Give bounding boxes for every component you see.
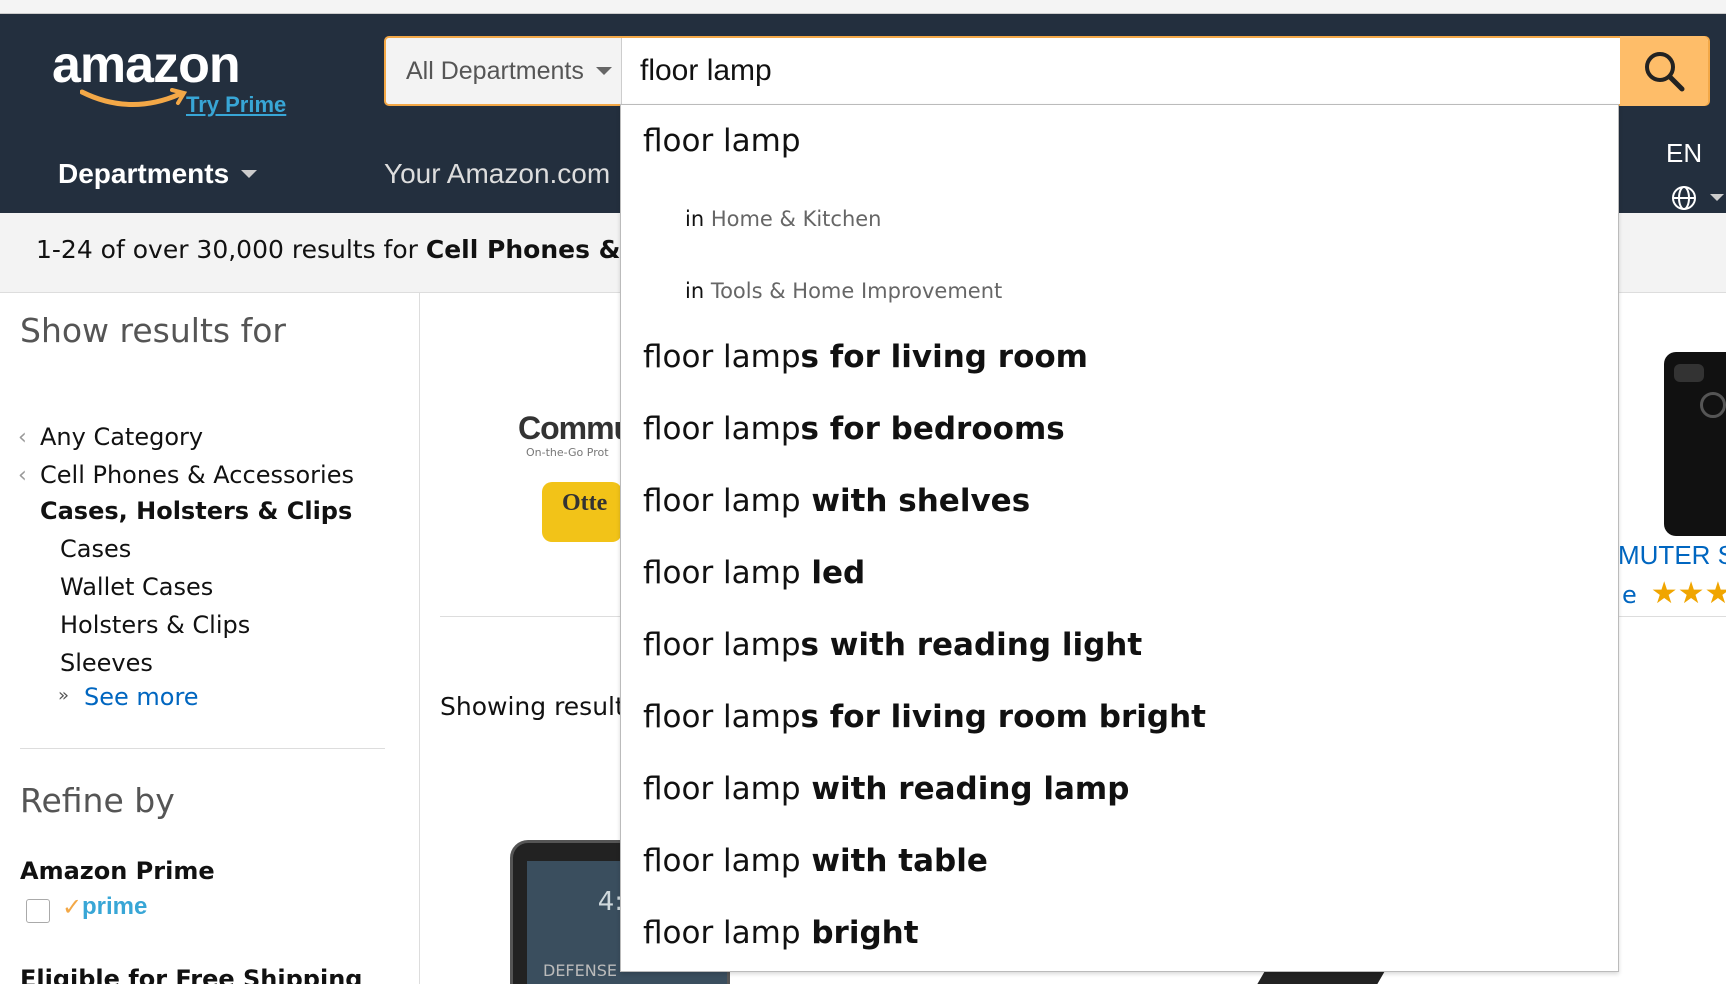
departments-label: Departments [58, 158, 230, 189]
search-suggestions-dropdown: floor lamp in Home & Kitchen in Tools & … [620, 104, 1619, 972]
camera-cutout [1674, 364, 1704, 382]
chevron-left-icon: ‹ [18, 425, 27, 450]
suggestion-item[interactable]: floor lamp with reading lamp [643, 771, 1129, 807]
sidebar-divider [20, 748, 385, 749]
see-more-link[interactable]: See more [84, 683, 199, 711]
sidebar-current-category: Cases, Holsters & Clips [40, 497, 353, 525]
suggestion-item[interactable]: floor lamp bright [643, 915, 919, 951]
suggestion-prefix: floor lamp [643, 915, 801, 951]
sidebar-subcategory[interactable]: Cases [60, 535, 131, 563]
suggestion-prefix: floor lamp [643, 699, 801, 735]
search-bar: All Departments [384, 36, 1710, 106]
star-icons: ★★★ [1650, 576, 1726, 611]
search-icon [1645, 52, 1685, 92]
suggestion-item[interactable]: floor lamps with reading light [643, 627, 1142, 663]
scoped-suggestion-item[interactable]: in Home & Kitchen [685, 207, 882, 231]
prime-check-icon: ✓ [62, 893, 83, 921]
suggestion-completion: s with reading light [800, 627, 1143, 663]
sidebar-parent-category[interactable]: Cell Phones & Accessories [40, 461, 354, 489]
phone-case-label: DEFENSE [543, 961, 617, 980]
suggestion-completion: s for living room [800, 339, 1088, 375]
scoped-suggestion-item[interactable]: in Tools & Home Improvement [685, 279, 1002, 303]
scope-in-label: in [685, 279, 711, 303]
suggestion-item[interactable]: floor lamps for living room [643, 339, 1088, 375]
sidebar-subcategory[interactable]: Holsters & Clips [60, 611, 250, 639]
department-select-label: All Departments [406, 56, 584, 85]
caret-down-icon [1710, 194, 1724, 201]
amazon-prime-heading: Amazon Prime [20, 857, 215, 885]
suggestion-prefix: floor lamp [643, 771, 801, 807]
product-title-link[interactable]: MUTER S [1618, 540, 1726, 571]
results-count-text: 1-24 of over 30,000 results for [36, 235, 426, 264]
suggestion-prefix: floor lamp [643, 339, 801, 375]
suggestion-item[interactable]: floor lamp with table [643, 843, 988, 879]
suggestion-completion: with table [800, 843, 988, 879]
rating-prefix: e [1622, 581, 1637, 609]
department-select[interactable]: All Departments [386, 38, 622, 104]
chevron-left-icon: ‹ [18, 463, 27, 488]
scope-category: Tools & Home Improvement [710, 279, 1003, 303]
suggestion-item[interactable]: floor lamps for living room bright [643, 699, 1206, 735]
suggestion-completion: led [800, 555, 866, 591]
product-image-case[interactable] [1664, 352, 1726, 536]
logo-ring [1700, 392, 1726, 418]
suggestion-item[interactable]: floor lamp with shelves [643, 483, 1030, 519]
suggestion-item[interactable]: floor lamp [643, 123, 801, 159]
departments-menu[interactable]: Departments [58, 158, 258, 190]
brand-logo-badge[interactable]: Otte [542, 482, 622, 542]
results-count: 1-24 of over 30,000 results for Cell Pho… [36, 235, 678, 264]
double-chevron-down-icon: » [58, 685, 70, 706]
prime-checkbox[interactable] [26, 899, 50, 923]
scope-category: Home & Kitchen [710, 207, 882, 231]
suggestion-completion: s for bedrooms [800, 411, 1065, 447]
product-rating[interactable]: e ★★★ [1622, 576, 1726, 611]
sidebar-any-category[interactable]: Any Category [40, 423, 203, 451]
search-button[interactable] [1620, 36, 1708, 106]
suggestion-completion: with shelves [800, 483, 1031, 519]
your-amazon-link[interactable]: Your Amazon.com [384, 158, 610, 190]
suggestion-prefix: floor lamp [643, 843, 801, 879]
suggestion-prefix: floor lamp [643, 555, 801, 591]
sidebar-subcategory[interactable]: Sleeves [60, 649, 153, 677]
language-label[interactable]: EN [1666, 138, 1702, 169]
search-input[interactable] [624, 38, 1624, 104]
suggestion-prefix: floor lamp [643, 627, 801, 663]
brand-banner-title[interactable]: Commu [518, 410, 633, 447]
suggestion-completion: with reading lamp [800, 771, 1130, 807]
suggestion-item[interactable]: floor lamps for bedrooms [643, 411, 1065, 447]
try-prime-link[interactable]: Try Prime [186, 92, 286, 118]
suggestion-completion: bright [800, 915, 919, 951]
suggestion-item[interactable]: floor lamp led [643, 555, 865, 591]
caret-down-icon [241, 170, 258, 178]
brand-banner-tagline: On-the-Go Prot [526, 446, 609, 459]
suggestion-prefix: floor lamp [643, 411, 801, 447]
scope-in-label: in [685, 207, 711, 231]
prime-label[interactable]: prime [82, 893, 147, 921]
caret-down-icon [595, 67, 612, 75]
logo-smile-icon [80, 88, 188, 107]
refine-by-heading: Refine by [20, 781, 175, 820]
free-shipping-heading: Eligible for Free Shipping [20, 965, 363, 984]
amazon-logo[interactable]: amazon Try Prime [52, 34, 292, 124]
showing-results-text: Showing results [440, 692, 638, 721]
left-sidebar: Show results for ‹ Any Category ‹ Cell P… [0, 293, 420, 984]
sidebar-subcategory[interactable]: Wallet Cases [60, 573, 213, 601]
suggestion-prefix: floor lamp [643, 483, 801, 519]
suggestion-prefix: floor lamp [643, 123, 801, 159]
suggestion-completion: s for living room bright [800, 699, 1206, 735]
browser-top-strip [0, 0, 1726, 14]
show-results-heading: Show results for [20, 311, 286, 350]
globe-icon[interactable] [1670, 184, 1698, 212]
